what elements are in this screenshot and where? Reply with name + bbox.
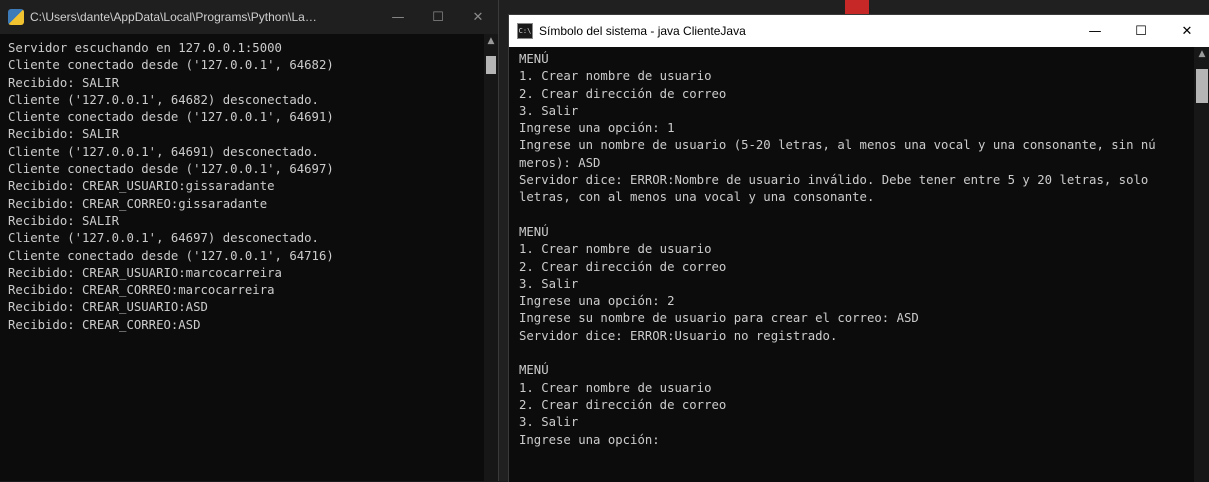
console-line: Cliente conectado desde ('127.0.0.1', 64…: [8, 162, 334, 177]
scroll-up-arrow-icon[interactable]: ▲: [1194, 49, 1209, 59]
scroll-thumb[interactable]: [486, 56, 496, 74]
console-line: Ingrese una opción: 2: [519, 294, 675, 309]
console-line: 3. Salir: [519, 276, 579, 291]
python-console-titlebar[interactable]: C:\Users\dante\AppData\Local\Programs\Py…: [0, 0, 498, 34]
cmd-console-output[interactable]: MENÚ 1. Crear nombre de usuario 2. Crear d…: [519, 51, 1194, 482]
console-line: Ingrese su nombre de usuario para crear …: [519, 311, 919, 326]
scroll-thumb[interactable]: [1196, 69, 1208, 103]
console-line: meros): ASD: [519, 155, 601, 170]
console-line: 2. Crear dirección de correo: [519, 397, 727, 412]
python-console-output[interactable]: Servidor escuchando en 127.0.0.1:5000 Cli…: [8, 40, 482, 481]
console-line: Ingrese una opción:: [519, 432, 660, 447]
python-window-controls: — ☐ ✕: [378, 0, 498, 34]
python-console-window[interactable]: C:\Users\dante\AppData\Local\Programs\Py…: [0, 0, 499, 481]
desktop-gap: [498, 0, 508, 481]
cmd-titlebar[interactable]: C:\ Símbolo del sistema - java ClienteJa…: [509, 15, 1209, 47]
console-line: 1. Crear nombre de usuario: [519, 242, 712, 257]
minimize-button[interactable]: —: [378, 0, 418, 34]
console-line: Servidor dice: ERROR:Nombre de usuario i…: [519, 173, 1149, 188]
console-line: Recibido: CREAR_USUARIO:ASD: [8, 300, 208, 315]
console-line: Cliente ('127.0.0.1', 64697) desconectad…: [8, 231, 319, 246]
console-line: Cliente conectado desde ('127.0.0.1', 64…: [8, 58, 334, 73]
console-line: 2. Crear dirección de correo: [519, 259, 727, 274]
cmd-icon: C:\: [517, 23, 533, 39]
cmd-console-scrollbar[interactable]: ▲: [1194, 47, 1209, 482]
console-line: Ingrese una opción: 1: [519, 121, 675, 136]
console-line: letras, con al menos una vocal y una con…: [519, 190, 875, 205]
maximize-button[interactable]: ☐: [1118, 15, 1164, 47]
console-line: Cliente ('127.0.0.1', 64691) desconectad…: [8, 144, 319, 159]
console-line: Servidor dice: ERROR:Usuario no registra…: [519, 328, 838, 343]
scroll-up-arrow-icon[interactable]: ▲: [484, 36, 498, 46]
console-line: Cliente ('127.0.0.1', 64682) desconectad…: [8, 92, 319, 107]
maximize-button[interactable]: ☐: [418, 0, 458, 34]
console-line: Cliente conectado desde ('127.0.0.1', 64…: [8, 110, 334, 125]
console-line: Recibido: CREAR_CORREO:gissaradante: [8, 196, 268, 211]
console-line: 3. Salir: [519, 415, 579, 430]
minimize-button[interactable]: —: [1072, 15, 1118, 47]
cmd-window-controls: — ☐ ✕: [1072, 15, 1209, 47]
console-line: 1. Crear nombre de usuario: [519, 380, 712, 395]
console-line: Recibido: SALIR: [8, 213, 120, 228]
desktop-background: [498, 0, 1209, 14]
console-line: MENÚ: [519, 224, 549, 239]
python-launcher-icon: [8, 9, 24, 25]
python-console-scrollbar[interactable]: ▲: [484, 34, 498, 481]
console-line: 2. Crear dirección de correo: [519, 86, 727, 101]
console-line: Recibido: SALIR: [8, 75, 120, 90]
console-line: Recibido: SALIR: [8, 127, 120, 142]
console-line: Cliente conectado desde ('127.0.0.1', 64…: [8, 248, 334, 263]
console-line: Recibido: CREAR_CORREO:ASD: [8, 317, 201, 332]
close-button[interactable]: ✕: [1164, 15, 1209, 47]
desktop-red-element: [845, 0, 869, 14]
console-line: 1. Crear nombre de usuario: [519, 69, 712, 84]
console-line: Servidor escuchando en 127.0.0.1:5000: [8, 41, 282, 55]
console-line: 3. Salir: [519, 103, 579, 118]
cmd-window-title: Símbolo del sistema - java ClienteJava: [539, 24, 746, 38]
cmd-java-window[interactable]: C:\ Símbolo del sistema - java ClienteJa…: [508, 14, 1209, 482]
console-line: Recibido: CREAR_USUARIO:marcocarreira: [8, 265, 282, 280]
close-button[interactable]: ✕: [458, 0, 498, 34]
console-line: Recibido: CREAR_CORREO:marcocarreira: [8, 283, 275, 298]
console-line: MENÚ: [519, 52, 549, 66]
console-line: MENÚ: [519, 363, 549, 378]
console-line: Ingrese un nombre de usuario (5-20 letra…: [519, 138, 1156, 153]
console-line: Recibido: CREAR_USUARIO:gissaradante: [8, 179, 275, 194]
python-console-title: C:\Users\dante\AppData\Local\Programs\Py…: [30, 10, 320, 24]
